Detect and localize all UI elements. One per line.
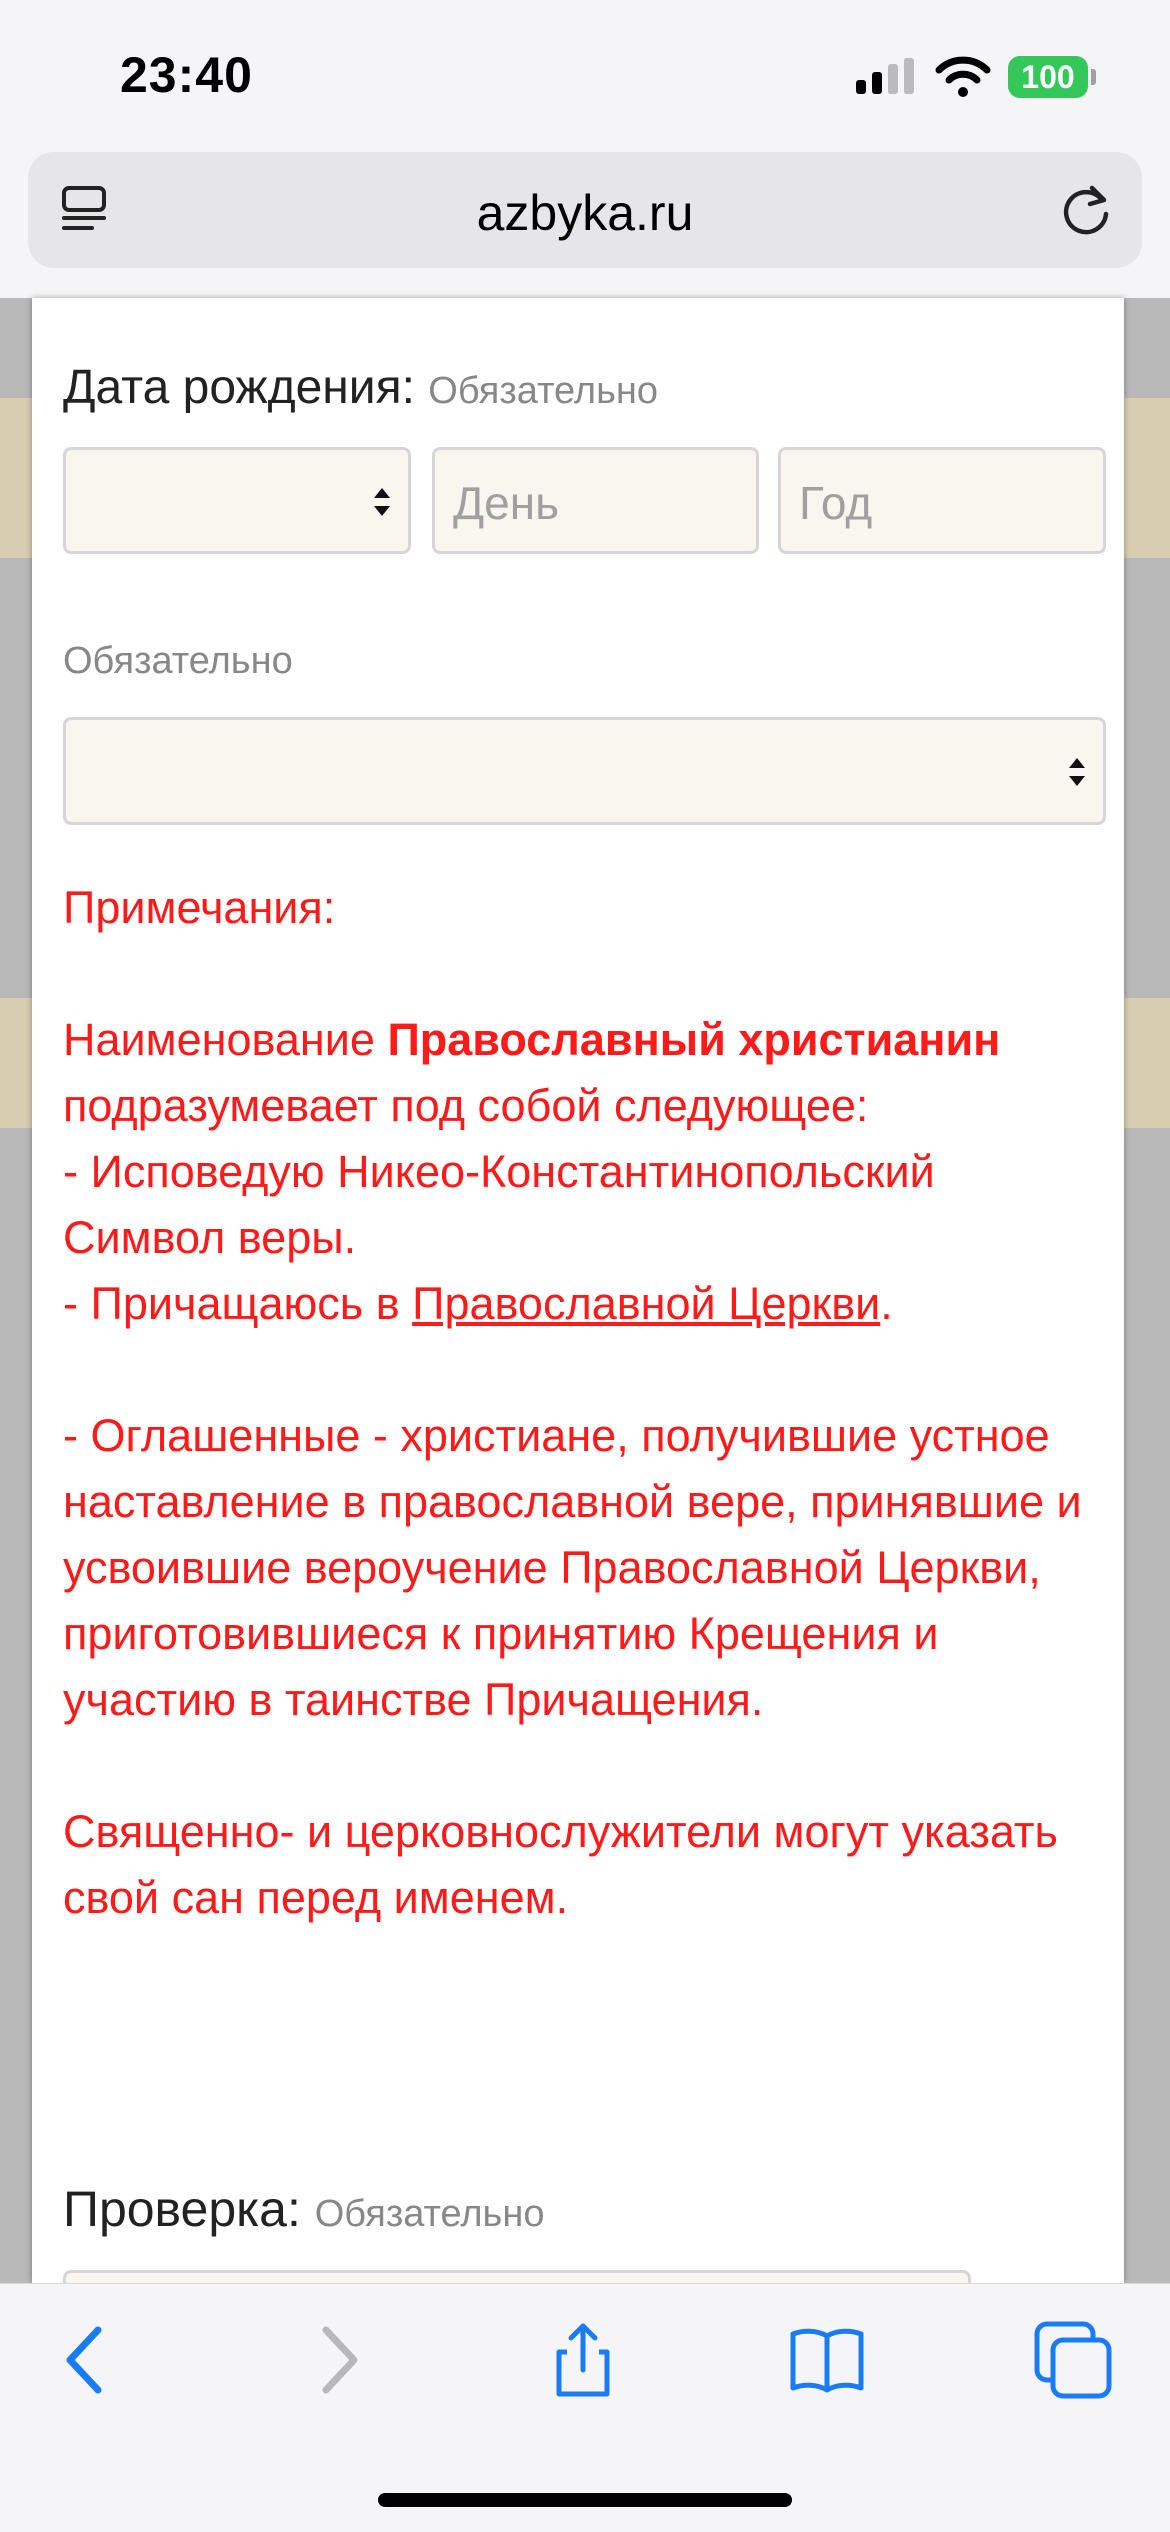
year-placeholder: Год (799, 477, 873, 529)
tabs-icon[interactable] (1033, 2320, 1113, 2400)
wifi-icon (935, 56, 991, 97)
bookmarks-icon[interactable] (787, 2320, 867, 2400)
birth-date-label-text: Дата рождения: (63, 361, 415, 414)
birth-month-select[interactable] (63, 447, 411, 554)
notes-bold-term: Православный христианин (387, 1014, 1001, 1065)
share-icon[interactable] (543, 2320, 623, 2400)
check-label-text: Проверка: (63, 2181, 301, 2237)
notes-item: Священно- и церковнослужители могут указ… (63, 1806, 1058, 1923)
day-placeholder: День (453, 477, 560, 529)
select-arrows-icon (1069, 758, 1085, 786)
forward-icon[interactable] (298, 2320, 378, 2400)
notes-item: - Причащаюсь в Православной Церкви. (63, 1271, 1103, 1337)
notes-item: - Оглашенные - христиане, получившие уст… (63, 1410, 1082, 1725)
notes-text: - Причащаюсь в (63, 1278, 413, 1329)
home-indicator (378, 2493, 792, 2507)
required-hint: Обязательно (63, 640, 293, 682)
required-hint: Обязательно (428, 370, 659, 412)
birth-date-label: Дата рождения: Обязательно (63, 360, 658, 415)
reload-icon[interactable] (1056, 180, 1116, 240)
notes-paragraph: Наименование Православный христианин под… (63, 1007, 1103, 1139)
notes-block: Примечания: Наименование Православный хр… (63, 875, 1103, 1931)
notes-text: подразумевает под собой следующее: (63, 1080, 869, 1131)
notes-text: . (880, 1278, 893, 1329)
battery-level: 100 (1021, 58, 1075, 95)
status-time: 23:40 (120, 47, 253, 103)
signal-icon (856, 58, 916, 94)
religion-select[interactable] (63, 717, 1106, 825)
birth-day-input[interactable]: День (432, 447, 759, 554)
required-hint: Обязательно (314, 2193, 545, 2235)
notes-item: - Исповедую Никео-Константинопольский Си… (63, 1146, 935, 1263)
url-text[interactable]: azbyka.ru (28, 184, 1142, 242)
birth-year-input[interactable]: Год (778, 447, 1106, 554)
address-bar[interactable]: azbyka.ru (28, 152, 1142, 268)
notes-text: Наименование (63, 1014, 388, 1065)
battery-icon: 100 (1008, 56, 1096, 98)
orthodox-church-link[interactable]: Православной Церкви (412, 1278, 880, 1329)
check-label: Проверка: Обязательно (63, 2180, 544, 2238)
notes-title: Примечания: (63, 882, 336, 933)
select-arrows-icon (374, 488, 390, 516)
status-bar: 23:40 100 (0, 0, 1170, 150)
back-icon[interactable] (46, 2320, 126, 2400)
